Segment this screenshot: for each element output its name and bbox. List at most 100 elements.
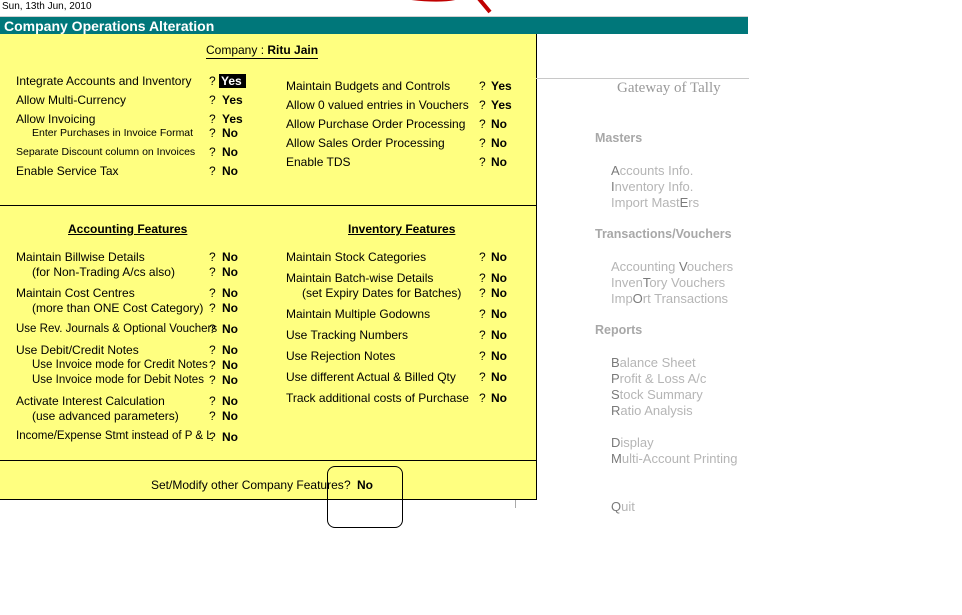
menu-item-quit[interactable]: Quit (611, 499, 635, 514)
menu-item-ratio-analysis[interactable]: Ratio Analysis (611, 403, 693, 418)
masters-heading: Masters (595, 131, 643, 145)
purchase-order-value[interactable]: No (491, 117, 507, 131)
option-question: ? (209, 358, 216, 372)
option-label: (more than ONE Cost Category) (32, 301, 204, 315)
option-label: Allow 0 valued entries in Vouchers (286, 98, 469, 112)
option-question: ? (209, 286, 216, 300)
menu-item-import-transactions[interactable]: ImpOrt Transactions (611, 291, 728, 306)
option-question: ? (209, 322, 216, 336)
option-label: (set Expiry Dates for Batches) (302, 286, 462, 300)
option-label: Maintain Batch-wise Details (286, 271, 434, 285)
focus-highlight-box (327, 466, 403, 528)
option-label: Allow Invoicing (16, 112, 96, 126)
billwise-value[interactable]: No (222, 250, 238, 264)
gateway-border-tick (515, 500, 516, 508)
interest-calc-value[interactable]: No (222, 394, 238, 408)
section-divider (0, 205, 536, 206)
rejection-notes-value[interactable]: No (491, 349, 507, 363)
discount-column-value[interactable]: No (222, 145, 238, 159)
screen-title: Company Operations Alteration (4, 18, 215, 34)
gateway-title: Gateway of Tally (617, 80, 721, 96)
additional-costs-value[interactable]: No (491, 391, 507, 405)
option-label: Enable TDS (286, 155, 351, 169)
option-question: ? (479, 349, 486, 363)
menu-item-accounts-info[interactable]: Accounts Info. (611, 163, 693, 178)
menu-item-inventory-info[interactable]: Inventory Info. (611, 179, 693, 194)
option-label: Use Debit/Credit Notes (16, 343, 139, 357)
option-question: ? (209, 301, 216, 315)
cost-centres-value[interactable]: No (222, 286, 238, 300)
option-label: Maintain Cost Centres (16, 286, 135, 300)
menu-item-import-masters[interactable]: Import MastErs (611, 195, 699, 210)
budgets-value[interactable]: Yes (491, 79, 512, 93)
option-question: ? (479, 98, 486, 112)
option-label: Maintain Budgets and Controls (286, 79, 451, 93)
top-info-bar: Sun, 13th Jun, 2010 (0, 0, 748, 17)
option-question: ? (479, 117, 486, 131)
option-label: (use advanced parameters) (32, 409, 179, 423)
option-label: Integrate Accounts and Inventory (16, 74, 192, 88)
option-question: ? (479, 155, 486, 169)
option-question: ? (479, 391, 486, 405)
menu-item-inventory-vouchers[interactable]: InvenTory Vouchers (611, 275, 725, 290)
invoice-debit-notes-value[interactable]: No (222, 373, 238, 387)
option-question: ? (209, 373, 216, 387)
menu-item-profit-loss[interactable]: Profit & Loss A/c (611, 371, 706, 386)
actual-billed-qty-value[interactable]: No (491, 370, 507, 384)
zero-valued-entries-value[interactable]: Yes (491, 98, 512, 112)
rev-journals-value[interactable]: No (222, 322, 238, 336)
current-date: Sun, 13th Jun, 2010 (2, 1, 92, 12)
cost-category-value[interactable]: No (222, 301, 238, 315)
option-label: Maintain Multiple Godowns (286, 307, 431, 321)
expiry-dates-value[interactable]: No (491, 286, 507, 300)
option-question: ? (209, 430, 216, 444)
tally-logo-fragment (411, 0, 492, 14)
option-label: Allow Multi-Currency (16, 93, 127, 107)
menu-item-display[interactable]: Display (611, 435, 654, 450)
screen-title-bar: Company Operations Alteration (0, 17, 748, 34)
menu-item-balance-sheet[interactable]: Balance Sheet (611, 355, 696, 370)
purchases-invoice-format-value[interactable]: No (222, 126, 238, 140)
non-trading-value[interactable]: No (222, 265, 238, 279)
company-name: Ritu Jain (267, 43, 319, 57)
menu-item-stock-summary[interactable]: Stock Summary (611, 387, 703, 402)
option-question: ? (209, 93, 216, 107)
batch-wise-value[interactable]: No (491, 271, 507, 285)
option-question: ? (479, 286, 486, 300)
option-question: ? (209, 409, 216, 423)
income-expense-value[interactable]: No (222, 430, 238, 444)
integrate-accounts-value[interactable]: Yes (219, 74, 246, 88)
reports-heading: Reports (595, 323, 643, 337)
option-question: ? (209, 126, 216, 140)
multiple-godowns-value[interactable]: No (491, 307, 507, 321)
option-label: Maintain Billwise Details (16, 250, 145, 264)
invoice-credit-notes-value[interactable]: No (222, 358, 238, 372)
option-question: ? (209, 343, 216, 357)
option-label: (for Non-Trading A/cs also) (32, 265, 175, 279)
company-label: Company : (206, 43, 265, 57)
debit-credit-notes-value[interactable]: No (222, 343, 238, 357)
stock-categories-value[interactable]: No (491, 250, 507, 264)
tds-value[interactable]: No (491, 155, 507, 169)
transactions-heading: Transactions/Vouchers (595, 227, 732, 241)
gateway-title-rule (536, 78, 749, 79)
tracking-numbers-value[interactable]: No (491, 328, 507, 342)
sales-order-value[interactable]: No (491, 136, 507, 150)
option-question: ? (479, 370, 486, 384)
option-question: ? (209, 145, 216, 159)
option-question: ? (209, 394, 216, 408)
option-label: Income/Expense Stmt instead of P & L (16, 430, 213, 442)
option-question: ? (209, 74, 216, 88)
footer-label: Set/Modify other Company Features (151, 478, 344, 492)
accounting-features-heading: Accounting Features (68, 222, 188, 236)
menu-item-accounting-vouchers[interactable]: Accounting Vouchers (611, 259, 733, 274)
menu-item-multi-account-printing[interactable]: Multi-Account Printing (611, 451, 737, 466)
option-label: Enter Purchases in Invoice Format (32, 127, 194, 139)
service-tax-value[interactable]: No (222, 164, 238, 178)
invoicing-value[interactable]: Yes (222, 112, 243, 126)
option-question: ? (479, 136, 486, 150)
option-question: ? (209, 112, 216, 126)
advanced-params-value[interactable]: No (222, 409, 238, 423)
multi-currency-value[interactable]: Yes (222, 93, 243, 107)
option-label: Track additional costs of Purchase (286, 391, 469, 405)
